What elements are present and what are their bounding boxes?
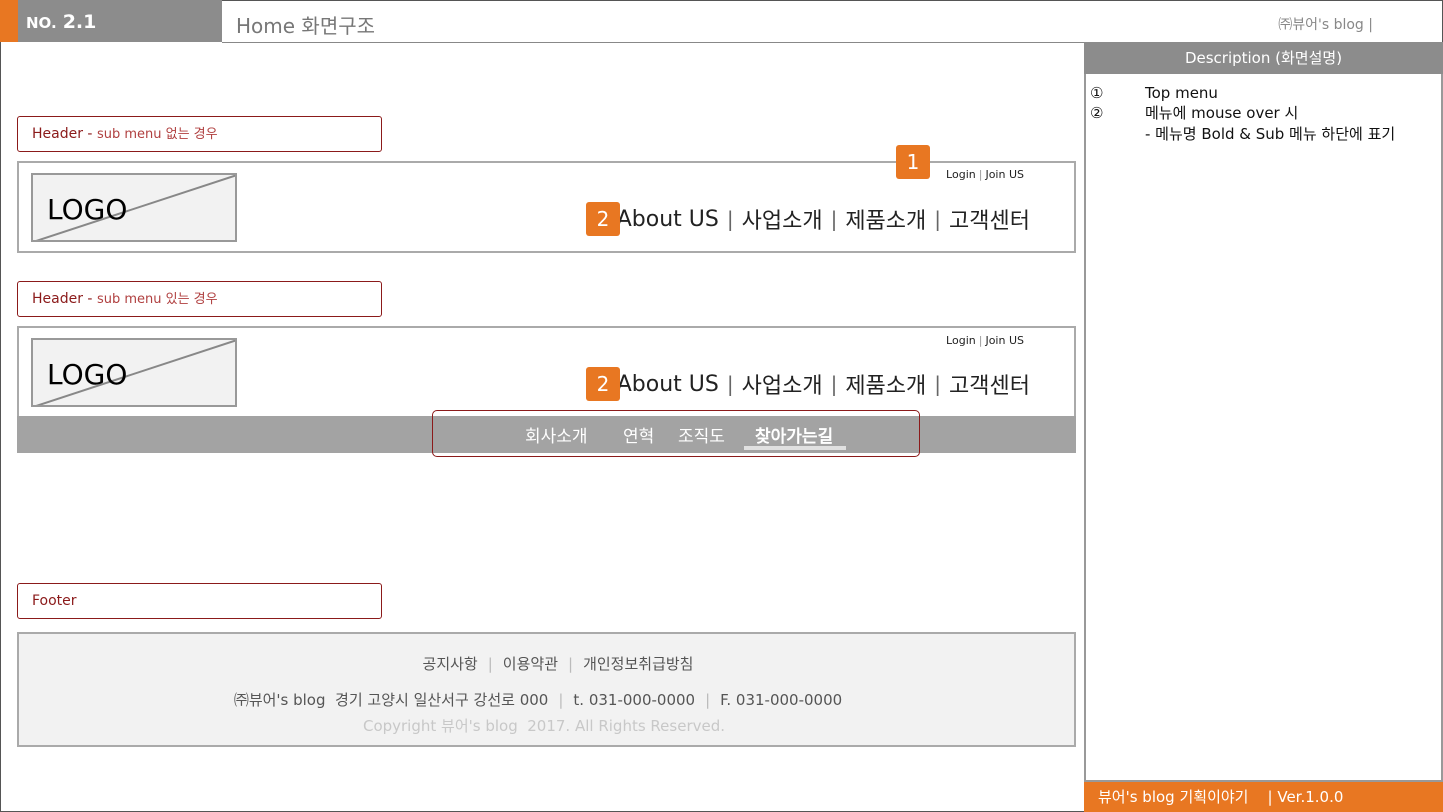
- description-text: 메뉴에 mouse over 시: [1145, 104, 1299, 122]
- description-subtext: - 메뉴명 Bold & Sub 메뉴 하단에 표기: [1145, 125, 1396, 143]
- description-marker: ②: [1090, 104, 1104, 122]
- section-title: Header -: [32, 291, 93, 307]
- gnb-item-business[interactable]: 사업소개: [738, 368, 827, 400]
- footer-separator: |: [558, 691, 564, 709]
- gnb-separator: |: [934, 372, 942, 396]
- gnb-menu: About US | 사업소개 | 제품소개 | 고객센터: [613, 203, 1034, 235]
- footer-separator: |: [705, 691, 711, 709]
- submenu-item-directions[interactable]: 찾아가는길: [755, 422, 833, 447]
- login-link[interactable]: Login: [946, 168, 976, 181]
- login-links: Login | Join US: [946, 168, 1024, 181]
- gnb-separator: |: [726, 207, 734, 231]
- footer-link-terms[interactable]: 이용약관: [503, 655, 558, 673]
- gnb-item-about[interactable]: About US: [613, 372, 723, 397]
- footer-separator: |: [568, 655, 574, 673]
- description-text: Top menu: [1145, 84, 1218, 102]
- description-heading: Description (화면설명): [1084, 42, 1443, 74]
- section-label-footer: Footer: [17, 583, 382, 619]
- gnb-separator: |: [934, 207, 942, 231]
- company-tag: ㈜뷰어's blog |: [1278, 17, 1373, 33]
- gnb-item-about[interactable]: About US: [613, 207, 723, 232]
- description-item: ① Top menu: [1090, 83, 1435, 103]
- gnb-item-support[interactable]: 고객센터: [945, 368, 1034, 400]
- footer-fax: F. 031-000-0000: [720, 691, 843, 709]
- section-label-header-no-sub: Header - sub menu 없는 경우: [17, 116, 382, 152]
- logo-text: LOGO: [47, 193, 128, 226]
- submenu-highlight-box: [432, 410, 920, 457]
- join-link[interactable]: Join US: [985, 334, 1024, 347]
- page-number: NO. 2.1: [26, 11, 96, 33]
- gnb-item-products[interactable]: 제품소개: [841, 203, 930, 235]
- gnb-menu: About US | 사업소개 | 제품소개 | 고객센터: [613, 368, 1034, 400]
- section-title: Footer: [32, 593, 77, 609]
- gnb-separator: |: [726, 372, 734, 396]
- company-name: ㈜뷰어's blog: [1278, 17, 1364, 33]
- section-title: Header -: [32, 126, 93, 142]
- gnb-item-support[interactable]: 고객센터: [945, 203, 1034, 235]
- description-panel: [1084, 42, 1443, 782]
- footer-link-notice[interactable]: 공지사항: [423, 655, 478, 673]
- footer-separator: |: [487, 655, 493, 673]
- footer-info: ㈜뷰어's blog 경기 고양시 일산서구 강선로 000 | t. 031-00…: [0, 689, 1076, 710]
- login-separator: |: [978, 334, 983, 347]
- accent-strip: [0, 0, 18, 42]
- description-list: ① Top menu ② 메뉴에 mouse over 시 - 메뉴명 Bold…: [1090, 83, 1435, 145]
- submenu-active-underline: [744, 446, 846, 450]
- gnb-separator: |: [830, 207, 838, 231]
- section-label-header-with-sub: Header - sub menu 있는 경우: [17, 281, 382, 317]
- annotation-badge-2: 2: [586, 367, 620, 401]
- gnb-separator: |: [830, 372, 838, 396]
- gnb-item-business[interactable]: 사업소개: [738, 203, 827, 235]
- page-number-label: NO.: [26, 14, 57, 32]
- footer-link-privacy[interactable]: 개인정보취급방침: [583, 655, 693, 673]
- logo-placeholder[interactable]: LOGO: [31, 338, 237, 407]
- submenu-item-history[interactable]: 연혁: [623, 422, 654, 447]
- description-item: ② 메뉴에 mouse over 시: [1090, 103, 1435, 123]
- submenu-item-company[interactable]: 회사소개: [525, 422, 588, 447]
- logo-placeholder[interactable]: LOGO: [31, 173, 237, 242]
- join-link[interactable]: Join US: [985, 168, 1024, 181]
- login-links: Login | Join US: [946, 334, 1024, 347]
- section-subtitle: sub menu 있는 경우: [96, 292, 218, 307]
- description-marker: ①: [1090, 84, 1104, 102]
- login-separator: |: [978, 168, 983, 181]
- version-bar: 뷰어's blog 기획이야기 | Ver.1.0.0: [1084, 782, 1443, 812]
- page-number-value: 2.1: [62, 11, 97, 33]
- submenu-item-organization[interactable]: 조직도: [678, 422, 725, 447]
- login-link[interactable]: Login: [946, 334, 976, 347]
- section-subtitle: sub menu 없는 경우: [96, 127, 218, 142]
- footer-phone: t. 031-000-0000: [573, 691, 696, 709]
- gnb-item-products[interactable]: 제품소개: [841, 368, 930, 400]
- logo-text: LOGO: [47, 358, 128, 391]
- annotation-badge-1: 1: [896, 145, 930, 179]
- annotation-badge-2: 2: [586, 202, 620, 236]
- footer-links: 공지사항 | 이용약관 | 개인정보취급방침: [0, 653, 1076, 674]
- footer-copyright: Copyright 뷰어's blog 2017. All Rights Res…: [362, 717, 726, 735]
- page-title: Home 화면구조: [236, 14, 376, 38]
- header-mockup-with-sub: LOGO Login | Join US About US | 사업소개 | 제품소…: [17, 326, 1076, 418]
- header-divider: [222, 42, 1084, 43]
- footer-address: ㈜뷰어's blog 경기 고양시 일산서구 강선로 000: [233, 691, 549, 709]
